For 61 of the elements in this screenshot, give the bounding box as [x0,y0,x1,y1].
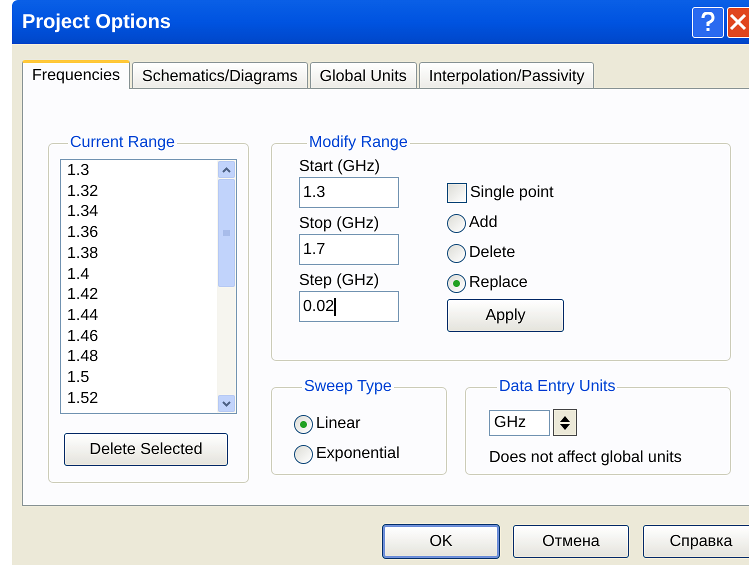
units-note: Does not affect global units [489,448,683,468]
list-item[interactable]: 1.44 [67,306,217,327]
list-item[interactable]: 1.3 [67,161,217,182]
scrollbar[interactable] [217,160,236,413]
list-item[interactable]: 1.5 [67,368,217,389]
checkbox-label: Single point [470,182,554,202]
question-mark-icon [701,12,715,32]
group-title: Sweep Type [303,377,393,397]
radio-button[interactable] [447,244,466,262]
help-button[interactable] [692,6,724,38]
list-item[interactable]: 1.32 [67,182,217,202]
radio-label: Replace [469,273,528,293]
list-item[interactable]: 1.34 [67,202,217,224]
radio-label: Add [469,213,498,233]
chevron-up-icon [222,166,231,172]
scroll-up-button[interactable] [218,161,235,178]
close-button[interactable] [727,6,749,38]
list-item[interactable]: 1.38 [67,244,217,265]
group-title: Data Entry Units [498,377,616,397]
radio-label: Delete [469,243,516,263]
radio-label: Linear [316,414,360,434]
close-icon [728,12,746,32]
tab[interactable]: Global Units [310,62,417,88]
window-title: Project Options [22,10,172,35]
radio-button[interactable] [294,444,313,464]
group-title: Current Range [69,133,176,153]
input-field[interactable]: 1.7 [299,234,399,265]
radio-button[interactable] [447,214,466,232]
apply-button[interactable]: Apply [447,299,564,332]
radio-label: Exponential [316,444,400,464]
dialog-button[interactable]: OK [383,525,499,558]
triangle-down-icon [560,424,570,430]
list-item[interactable]: 1.42 [67,285,217,306]
list-box[interactable]: 1.3 1.32 1.34 1.36 1.38 1.4 1.42 1.44 1.46 1.48 1.5 1.52 [60,159,237,414]
dialog-button[interactable]: Отмена [513,525,629,558]
grip-icon [223,230,230,236]
list-item[interactable]: 1.48 [67,347,217,368]
units-field[interactable]: GHz [489,410,550,436]
input-field[interactable]: 0.02 [299,291,399,322]
field-label: Stop (GHz) [299,214,380,234]
delete-selected-button[interactable]: Delete Selected [64,433,228,466]
scroll-down-button[interactable] [218,395,235,412]
input-field[interactable]: 1.3 [299,177,399,208]
dialog-button[interactable]: Справка [643,525,749,558]
field-label: Start (GHz) [299,157,381,177]
list-item[interactable]: 1.46 [67,326,217,348]
checkbox[interactable] [447,182,467,202]
tab[interactable]: Frequencies [22,60,130,89]
tab[interactable]: Schematics/Diagrams [132,62,308,88]
scroll-thumb[interactable] [218,179,235,287]
radio-button[interactable] [447,274,466,292]
list-item[interactable]: 1.4 [67,264,217,286]
chevron-down-icon [222,400,231,406]
group-title: Modify Range [308,133,409,153]
list-item[interactable]: 1.36 [67,223,217,244]
triangle-up-icon [560,416,570,422]
field-label: Step (GHz) [299,271,380,291]
radio-button[interactable] [294,414,313,434]
spin-button[interactable] [553,409,577,436]
list-item[interactable]: 1.52 [67,388,217,410]
tab[interactable]: Interpolation/Passivity [418,62,594,88]
